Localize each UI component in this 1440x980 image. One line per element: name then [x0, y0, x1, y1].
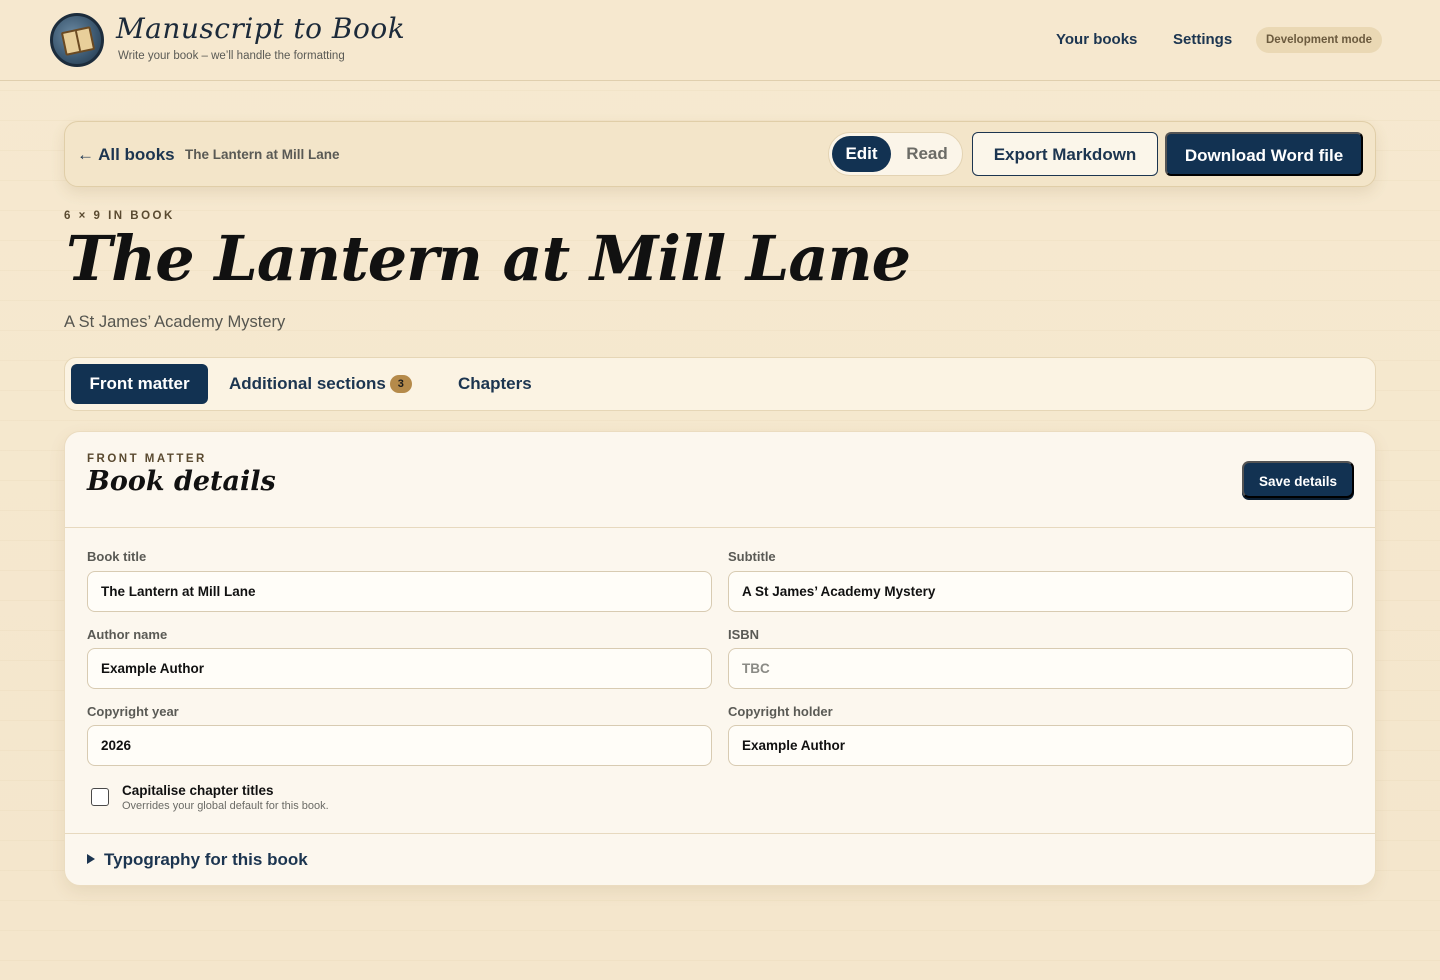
mode-read-button[interactable]: Read [897, 136, 957, 172]
book-details-card: FRONT MATTER Book details Save details B… [64, 431, 1376, 886]
author-name-input[interactable] [87, 648, 712, 689]
brand-tagline: Write your book – we’ll handle the forma… [118, 50, 345, 62]
book-logo-icon [50, 13, 104, 67]
card-title: Book details [87, 466, 276, 497]
nav-settings[interactable]: Settings [1173, 31, 1232, 48]
author-name-label: Author name [87, 627, 168, 642]
download-word-button[interactable]: Download Word file [1165, 132, 1363, 176]
section-tabs: Front matter Additional sections 3 Chapte… [64, 357, 1376, 411]
capitalise-chapter-titles-checkbox[interactable] [91, 788, 109, 806]
development-mode-badge: Development mode [1256, 27, 1383, 53]
additional-sections-count-badge: 3 [389, 375, 412, 393]
copyright-holder-input[interactable] [728, 725, 1353, 766]
book-toolbar: ← All books The Lantern at Mill Lane Edi… [64, 121, 1376, 187]
all-books-link[interactable]: ← All books [77, 145, 175, 165]
tab-front-matter[interactable]: Front matter [71, 364, 208, 404]
trim-size-label: 6 × 9 IN BOOK [64, 210, 175, 222]
caret-right-icon [87, 854, 95, 864]
subtitle-label: Subtitle [728, 549, 776, 564]
card-divider-top [65, 527, 1375, 528]
capitalise-help-text: Overrides your global default for this b… [122, 800, 329, 812]
copyright-year-input[interactable] [87, 725, 712, 766]
edit-read-toggle[interactable]: Edit Read [828, 132, 963, 176]
book-subtitle: A St James’ Academy Mystery [64, 313, 286, 331]
breadcrumb-current: The Lantern at Mill Lane [185, 147, 340, 162]
export-markdown-button[interactable]: Export Markdown [972, 132, 1158, 176]
tab-additional-sections-label: Additional sections [229, 374, 386, 393]
save-details-button[interactable]: Save details [1242, 461, 1354, 498]
logo[interactable] [50, 13, 104, 67]
isbn-label: ISBN [728, 627, 760, 642]
mode-edit-button[interactable]: Edit [832, 136, 891, 172]
subtitle-input[interactable] [728, 571, 1353, 612]
book-title-heading: The Lantern at Mill Lane [66, 222, 911, 295]
tab-additional-sections[interactable]: Additional sections 3 [229, 364, 412, 404]
book-title-label: Book title [87, 549, 147, 564]
isbn-input[interactable] [728, 648, 1353, 689]
nav-your-books[interactable]: Your books [1056, 31, 1137, 48]
typography-disclosure[interactable]: Typography for this book [87, 850, 308, 870]
capitalise-chapter-titles-label[interactable]: Capitalise chapter titles [122, 783, 274, 798]
top-bar: Manuscript to Book Write your book – we’… [0, 0, 1440, 81]
copyright-holder-label: Copyright holder [728, 704, 833, 719]
brand-title[interactable]: Manuscript to Book [116, 12, 405, 45]
tab-chapters[interactable]: Chapters [458, 364, 532, 404]
card-divider-bottom [65, 833, 1375, 834]
typography-disclosure-label: Typography for this book [104, 850, 308, 869]
copyright-year-label: Copyright year [87, 704, 179, 719]
book-title-input[interactable] [87, 571, 712, 612]
card-eyebrow: FRONT MATTER [87, 453, 207, 465]
